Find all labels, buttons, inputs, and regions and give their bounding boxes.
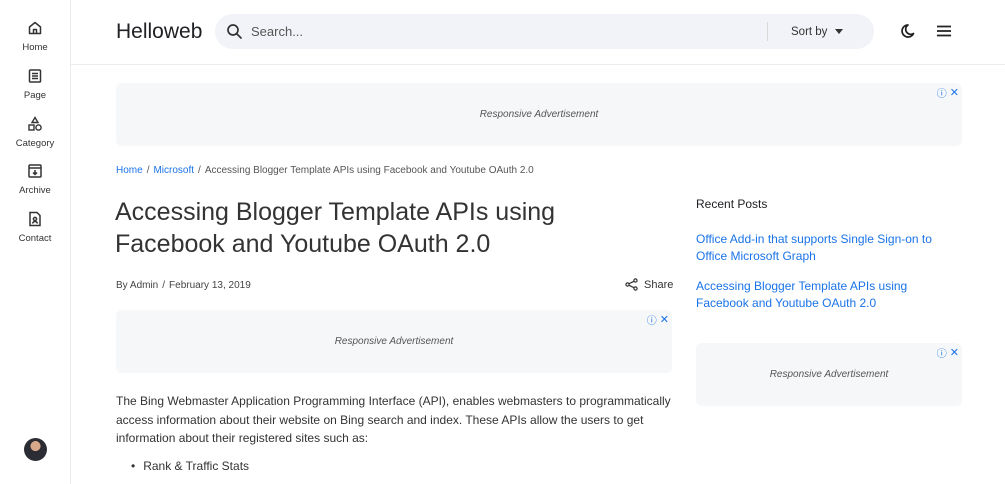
avatar[interactable] [24, 438, 47, 461]
share-icon [625, 278, 638, 291]
header-divider [71, 64, 1005, 65]
advertisement-sidebar[interactable]: ⓘ ✕ Responsive Advertisement [696, 343, 962, 406]
advertisement-label: Responsive Advertisement [769, 369, 889, 380]
advertisement-label: Responsive Advertisement [334, 336, 454, 347]
nav-label-category: Category [15, 138, 55, 149]
nav-item-contact[interactable]: Contact [0, 211, 70, 244]
ad-choices-badge[interactable]: ⓘ ✕ [937, 345, 959, 360]
search-bar: Sort by [215, 14, 874, 49]
breadcrumb-separator: / [198, 165, 201, 176]
archive-icon [28, 164, 42, 178]
search-icon[interactable] [226, 23, 243, 40]
page-icon [28, 69, 42, 83]
advertisement-label: Responsive Advertisement [479, 109, 599, 120]
share-button[interactable]: Share [625, 278, 673, 291]
close-icon: ✕ [949, 87, 959, 99]
ad-choices-badge[interactable]: ⓘ ✕ [937, 85, 959, 100]
meta-separator: / [162, 280, 166, 291]
post-date: February 13, 2019 [169, 280, 251, 291]
info-icon: ⓘ [936, 89, 947, 100]
breadcrumb-home[interactable]: Home [116, 165, 143, 176]
recent-posts-heading: Recent Posts [696, 197, 768, 211]
info-icon: ⓘ [936, 349, 947, 360]
info-icon: ⓘ [646, 316, 657, 327]
menu-icon[interactable] [935, 22, 953, 40]
advertisement-in-article[interactable]: ⓘ ✕ Responsive Advertisement [116, 310, 672, 373]
nav-item-home[interactable]: Home [0, 20, 70, 53]
nav-item-archive[interactable]: Archive [0, 163, 70, 196]
post-body-list: Rank & Traffic Stats [131, 459, 249, 473]
home-icon [28, 21, 42, 35]
contact-icon [29, 211, 41, 227]
site-brand[interactable]: Helloweb [116, 20, 202, 44]
list-item: Rank & Traffic Stats [131, 459, 249, 473]
caret-down-icon [835, 29, 844, 34]
advertisement-top[interactable]: ⓘ ✕ Responsive Advertisement [116, 83, 962, 146]
nav-label-page: Page [23, 90, 47, 101]
category-icon [28, 116, 42, 131]
dark-mode-toggle-icon[interactable] [900, 22, 918, 40]
close-icon: ✕ [949, 347, 959, 359]
breadcrumb-category[interactable]: Microsoft [153, 165, 194, 176]
recent-post-link[interactable]: Accessing Blogger Template APIs using Fa… [696, 278, 961, 312]
close-icon: ✕ [659, 314, 669, 326]
nav-label-home: Home [22, 42, 48, 53]
nav-label-contact: Contact [18, 233, 52, 244]
sort-by-dropdown[interactable]: Sort by [791, 14, 844, 49]
post-body-paragraph: The Bing Webmaster Application Programmi… [116, 394, 671, 445]
nav-item-category[interactable]: Category [0, 116, 70, 149]
side-nav: Home Page Category Archive Contact [0, 0, 71, 484]
search-input[interactable] [251, 14, 751, 49]
breadcrumb-current: Accessing Blogger Template APIs using Fa… [204, 165, 534, 176]
post-title: Accessing Blogger Template APIs using Fa… [115, 198, 556, 258]
share-label: Share [644, 278, 674, 291]
nav-item-page[interactable]: Page [0, 68, 70, 101]
breadcrumb: Home / Microsoft / Accessing Blogger Templat… [116, 165, 534, 176]
breadcrumb-separator: / [146, 165, 150, 176]
nav-label-archive: Archive [19, 185, 51, 196]
search-divider [767, 22, 768, 41]
post-meta: By Admin / February 13, 2019 [116, 280, 251, 291]
ad-choices-badge[interactable]: ⓘ ✕ [647, 312, 669, 327]
sort-by-label: Sort by [791, 25, 828, 38]
post-author[interactable]: By Admin [116, 280, 158, 291]
recent-post-link[interactable]: Office Add-in that supports Single Sign-… [696, 231, 961, 265]
